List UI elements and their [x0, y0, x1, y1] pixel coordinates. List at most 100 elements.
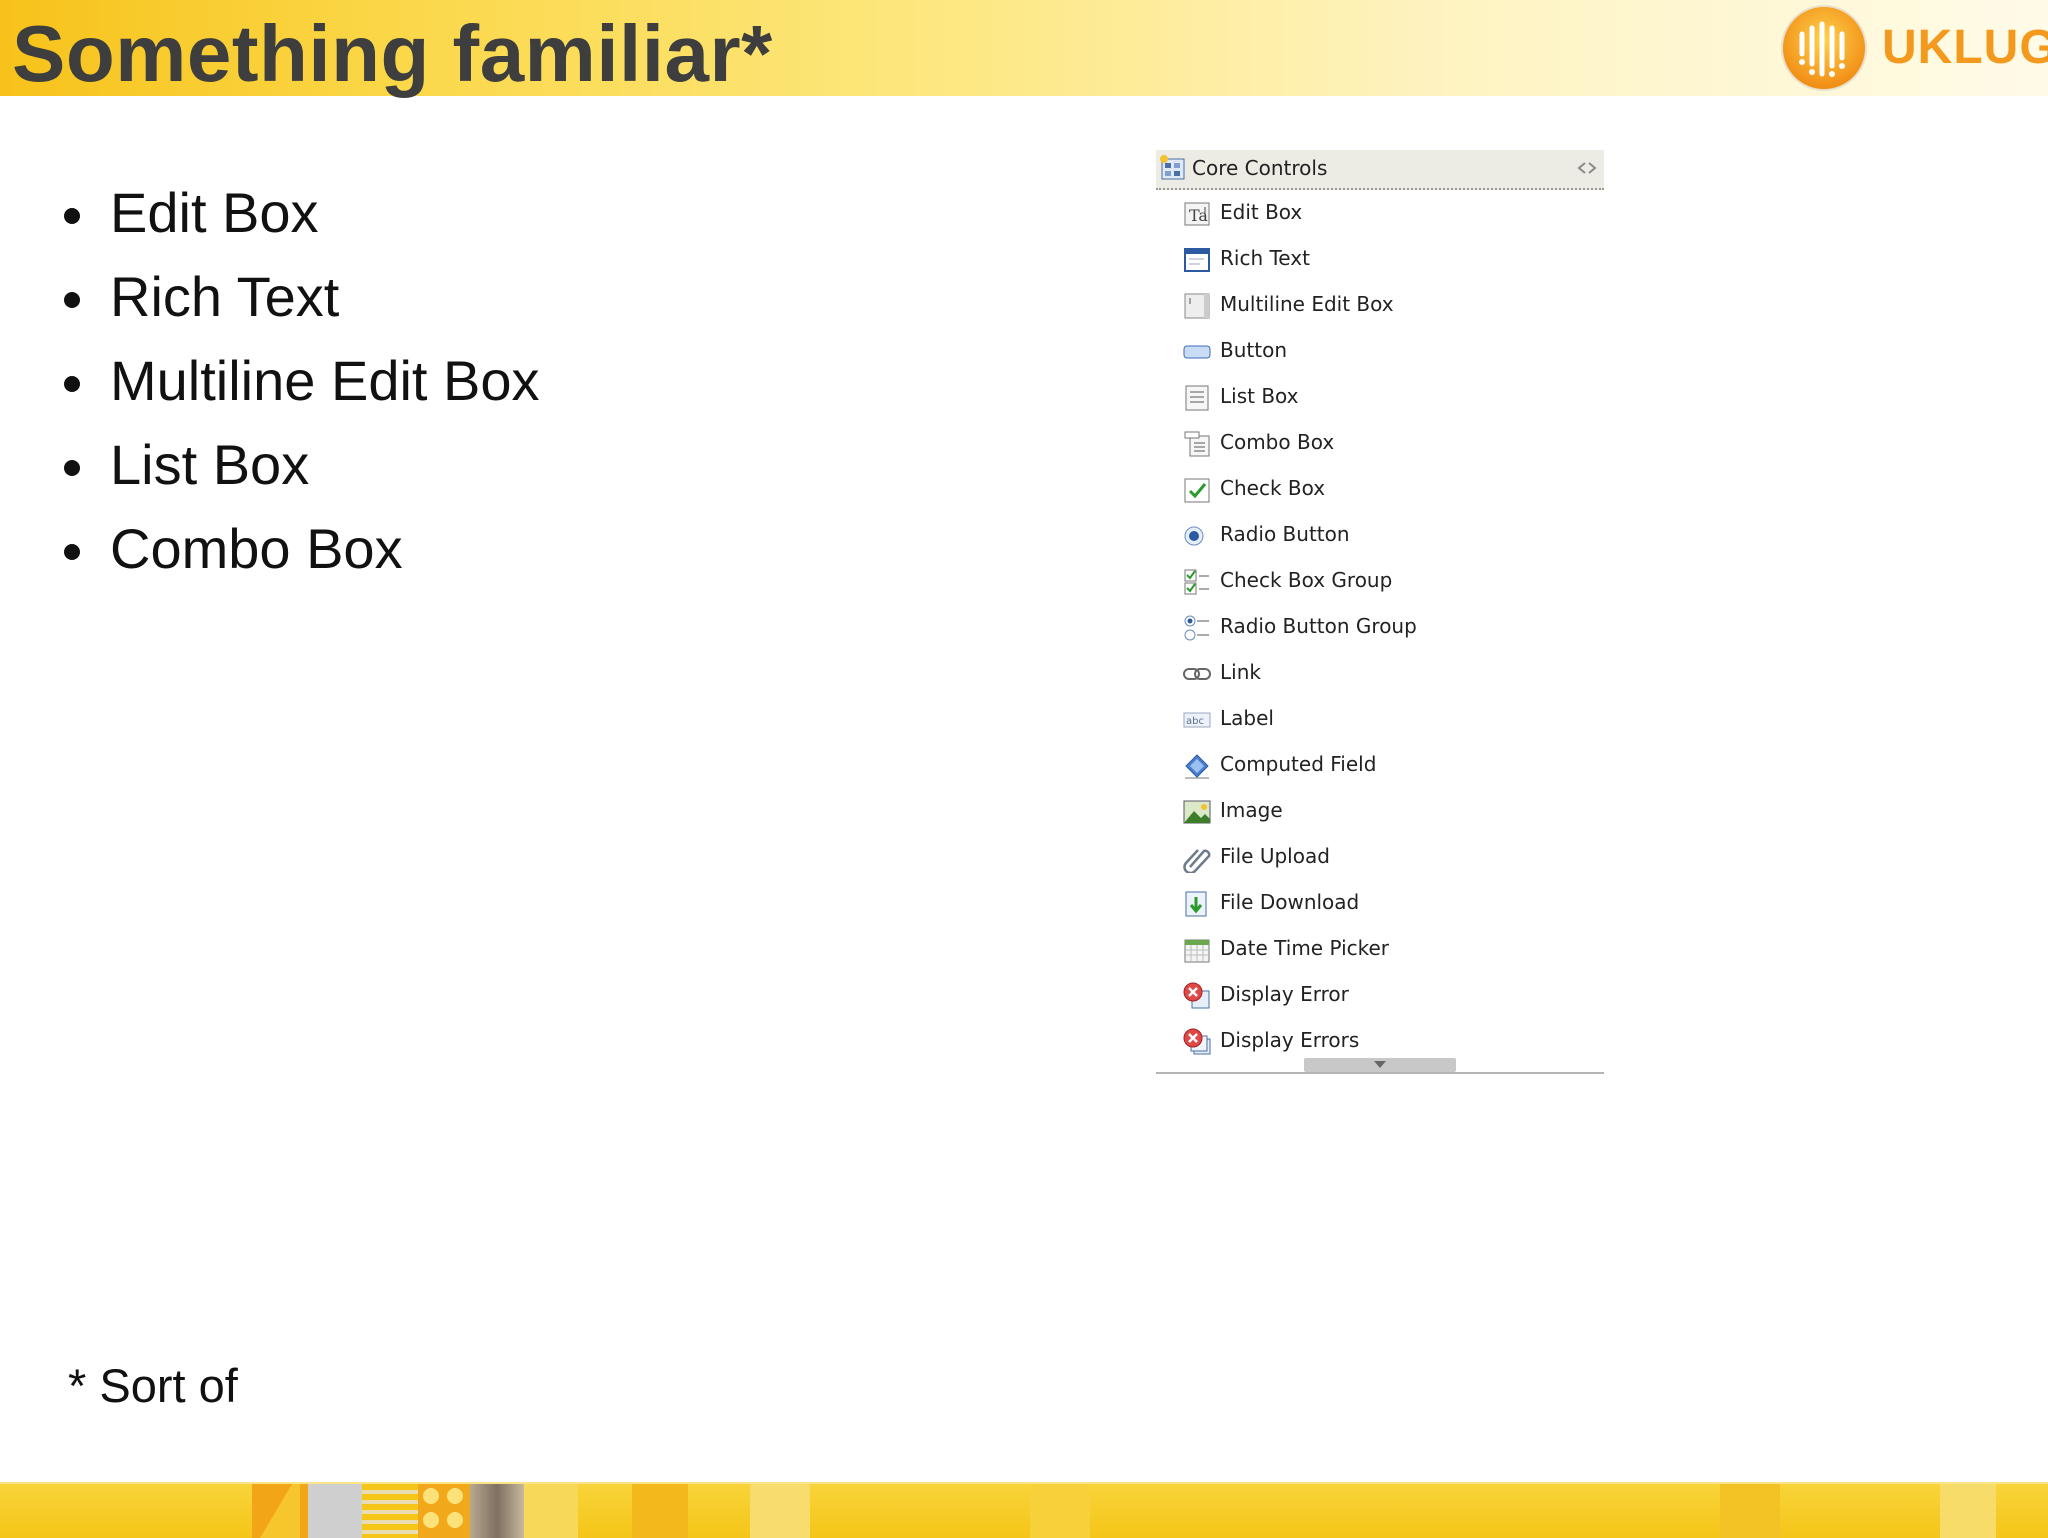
footer-arrow-icon: [260, 1484, 300, 1538]
palette-item-check-box[interactable]: Check Box: [1156, 469, 1604, 515]
palette-item-computed-field[interactable]: Computed Field: [1156, 745, 1604, 791]
palette-item-label: Display Errors: [1220, 1028, 1360, 1052]
palette-item-button[interactable]: Button: [1156, 331, 1604, 377]
palette-item-label: Radio Button: [1220, 522, 1350, 546]
palette-item-label: Check Box Group: [1220, 568, 1393, 592]
link-icon: [1183, 668, 1211, 680]
footer-tile-end: [1940, 1484, 1996, 1538]
logo-text: UKLUG: [1882, 21, 2048, 74]
palette-item-radio-button[interactable]: Radio Button: [1156, 515, 1604, 561]
palette-item-label: Edit Box: [1220, 200, 1303, 224]
palette-item-date-time-picker[interactable]: Date Time Picker: [1156, 929, 1604, 975]
bullet-text: List Box: [110, 433, 310, 496]
palette-item-link[interactable]: Link: [1156, 653, 1604, 699]
footer-tile-stripes: [362, 1484, 418, 1538]
display-error-icon: [1183, 982, 1210, 1009]
palette-item-label: Check Box: [1220, 476, 1326, 500]
radio-button-icon: [1184, 526, 1204, 546]
list-box-icon: [1185, 385, 1209, 411]
palette-scroll-down-button[interactable]: [1304, 1058, 1456, 1072]
chevron-down-icon: [1374, 1061, 1386, 1068]
footer-tile-pale-right: [1720, 1484, 1780, 1538]
palette-item-label: Date Time Picker: [1220, 936, 1390, 960]
check-box-group-icon: [1184, 569, 1209, 595]
bullet-text: Combo Box: [110, 517, 403, 580]
footnote: * Sort of: [68, 1359, 238, 1412]
palette-item-label: File Download: [1220, 890, 1360, 914]
bullet-item: Rich Text: [60, 260, 540, 344]
image-icon: [1183, 800, 1211, 824]
palette-item-label: Combo Box: [1220, 430, 1335, 454]
palette-item-label: Computed Field: [1220, 752, 1377, 776]
edit-box-icon: Ta: [1184, 202, 1210, 226]
palette-item-edit-box[interactable]: Ta Edit Box: [1156, 193, 1604, 239]
palette-item-label: Radio Button Group: [1220, 614, 1417, 638]
palette-item-rich-text[interactable]: Rich Text: [1156, 239, 1604, 285]
bullet-dot: [64, 292, 80, 308]
palette-item-label: List Box: [1220, 384, 1299, 408]
computed-field-icon: [1185, 754, 1209, 779]
palette-item-label: Image: [1220, 798, 1283, 822]
palette-bottom-border: [1156, 1072, 1604, 1074]
svg-text:Ta: Ta: [1189, 206, 1208, 225]
collapse-arrows-icon[interactable]: [1576, 159, 1598, 177]
palette-item-label: Display Error: [1220, 982, 1349, 1006]
uklug-logo-mark-icon: [1781, 5, 1867, 91]
multiline-edit-box-icon: [1184, 293, 1210, 319]
file-download-icon: [1185, 891, 1207, 917]
radio-button-group-icon: [1184, 615, 1209, 641]
decorative-footer-banner: [0, 1482, 2048, 1538]
palette-item-image[interactable]: Image: [1156, 791, 1604, 837]
palette-item-combo-box[interactable]: Combo Box: [1156, 423, 1604, 469]
footer-tile-photo: [470, 1484, 524, 1538]
date-time-picker-icon: [1184, 939, 1210, 963]
palette-item-label: Button: [1220, 338, 1287, 362]
rich-text-icon: [1184, 248, 1210, 272]
palette-item-list-box[interactable]: List Box: [1156, 377, 1604, 423]
footer-tile-quote: [632, 1484, 688, 1538]
bullet-list: Edit Box Rich Text Multiline Edit Box Li…: [60, 176, 540, 596]
footer-tile-light: [524, 1484, 578, 1538]
footer-dots-icon: [418, 1484, 470, 1538]
button-icon: [1183, 345, 1211, 359]
core-controls-palette: Core Controls Ta Edit Box Rich Text Mult…: [1156, 150, 1604, 1075]
label-icon: abc: [1183, 712, 1211, 728]
palette-item-label: Link: [1220, 660, 1261, 684]
core-controls-icon: [1160, 155, 1185, 180]
palette-list: Ta Edit Box Rich Text Multiline Edit Box…: [1156, 193, 1604, 1067]
palette-item-label[interactable]: abc Label: [1156, 699, 1604, 745]
palette-item-multiline-edit-box[interactable]: Multiline Edit Box: [1156, 285, 1604, 331]
bullet-dot: [64, 376, 80, 392]
title-banner: Something familiar* UKLUG: [0, 0, 2048, 98]
combo-box-icon: [1184, 431, 1210, 457]
footer-tile-pale: [750, 1484, 810, 1538]
display-errors-icon: [1183, 1028, 1211, 1055]
palette-item-file-upload[interactable]: File Upload: [1156, 837, 1604, 883]
palette-item-label: File Upload: [1220, 844, 1330, 868]
bullet-text: Rich Text: [110, 265, 340, 328]
palette-item-label: Rich Text: [1220, 246, 1310, 270]
palette-item-label: Multiline Edit Box: [1220, 292, 1394, 316]
bullet-item: List Box: [60, 428, 540, 512]
palette-item-label: Label: [1220, 706, 1274, 730]
file-upload-icon: [1183, 849, 1211, 873]
bullet-item: Edit Box: [60, 176, 540, 260]
bullet-item: Multiline Edit Box: [60, 344, 540, 428]
svg-text:abc: abc: [1186, 716, 1204, 727]
slide-title: Something familiar*: [12, 9, 773, 98]
palette-item-check-box-group[interactable]: Check Box Group: [1156, 561, 1604, 607]
bullet-text: Edit Box: [110, 181, 319, 244]
footer-tile-deep: [1030, 1484, 1090, 1538]
palette-header[interactable]: Core Controls: [1156, 150, 1604, 190]
palette-item-radio-button-group[interactable]: Radio Button Group: [1156, 607, 1604, 653]
check-box-icon: [1184, 478, 1210, 503]
bullet-text: Multiline Edit Box: [110, 349, 540, 412]
uklug-logo: UKLUG: [1776, 2, 2048, 92]
bullet-dot: [64, 544, 80, 560]
bullet-item: Combo Box: [60, 512, 540, 596]
palette-item-file-download[interactable]: File Download: [1156, 883, 1604, 929]
palette-title: Core Controls: [1192, 156, 1328, 180]
palette-item-display-error[interactable]: Display Error: [1156, 975, 1604, 1021]
bullet-dot: [64, 208, 80, 224]
bullet-dot: [64, 460, 80, 476]
